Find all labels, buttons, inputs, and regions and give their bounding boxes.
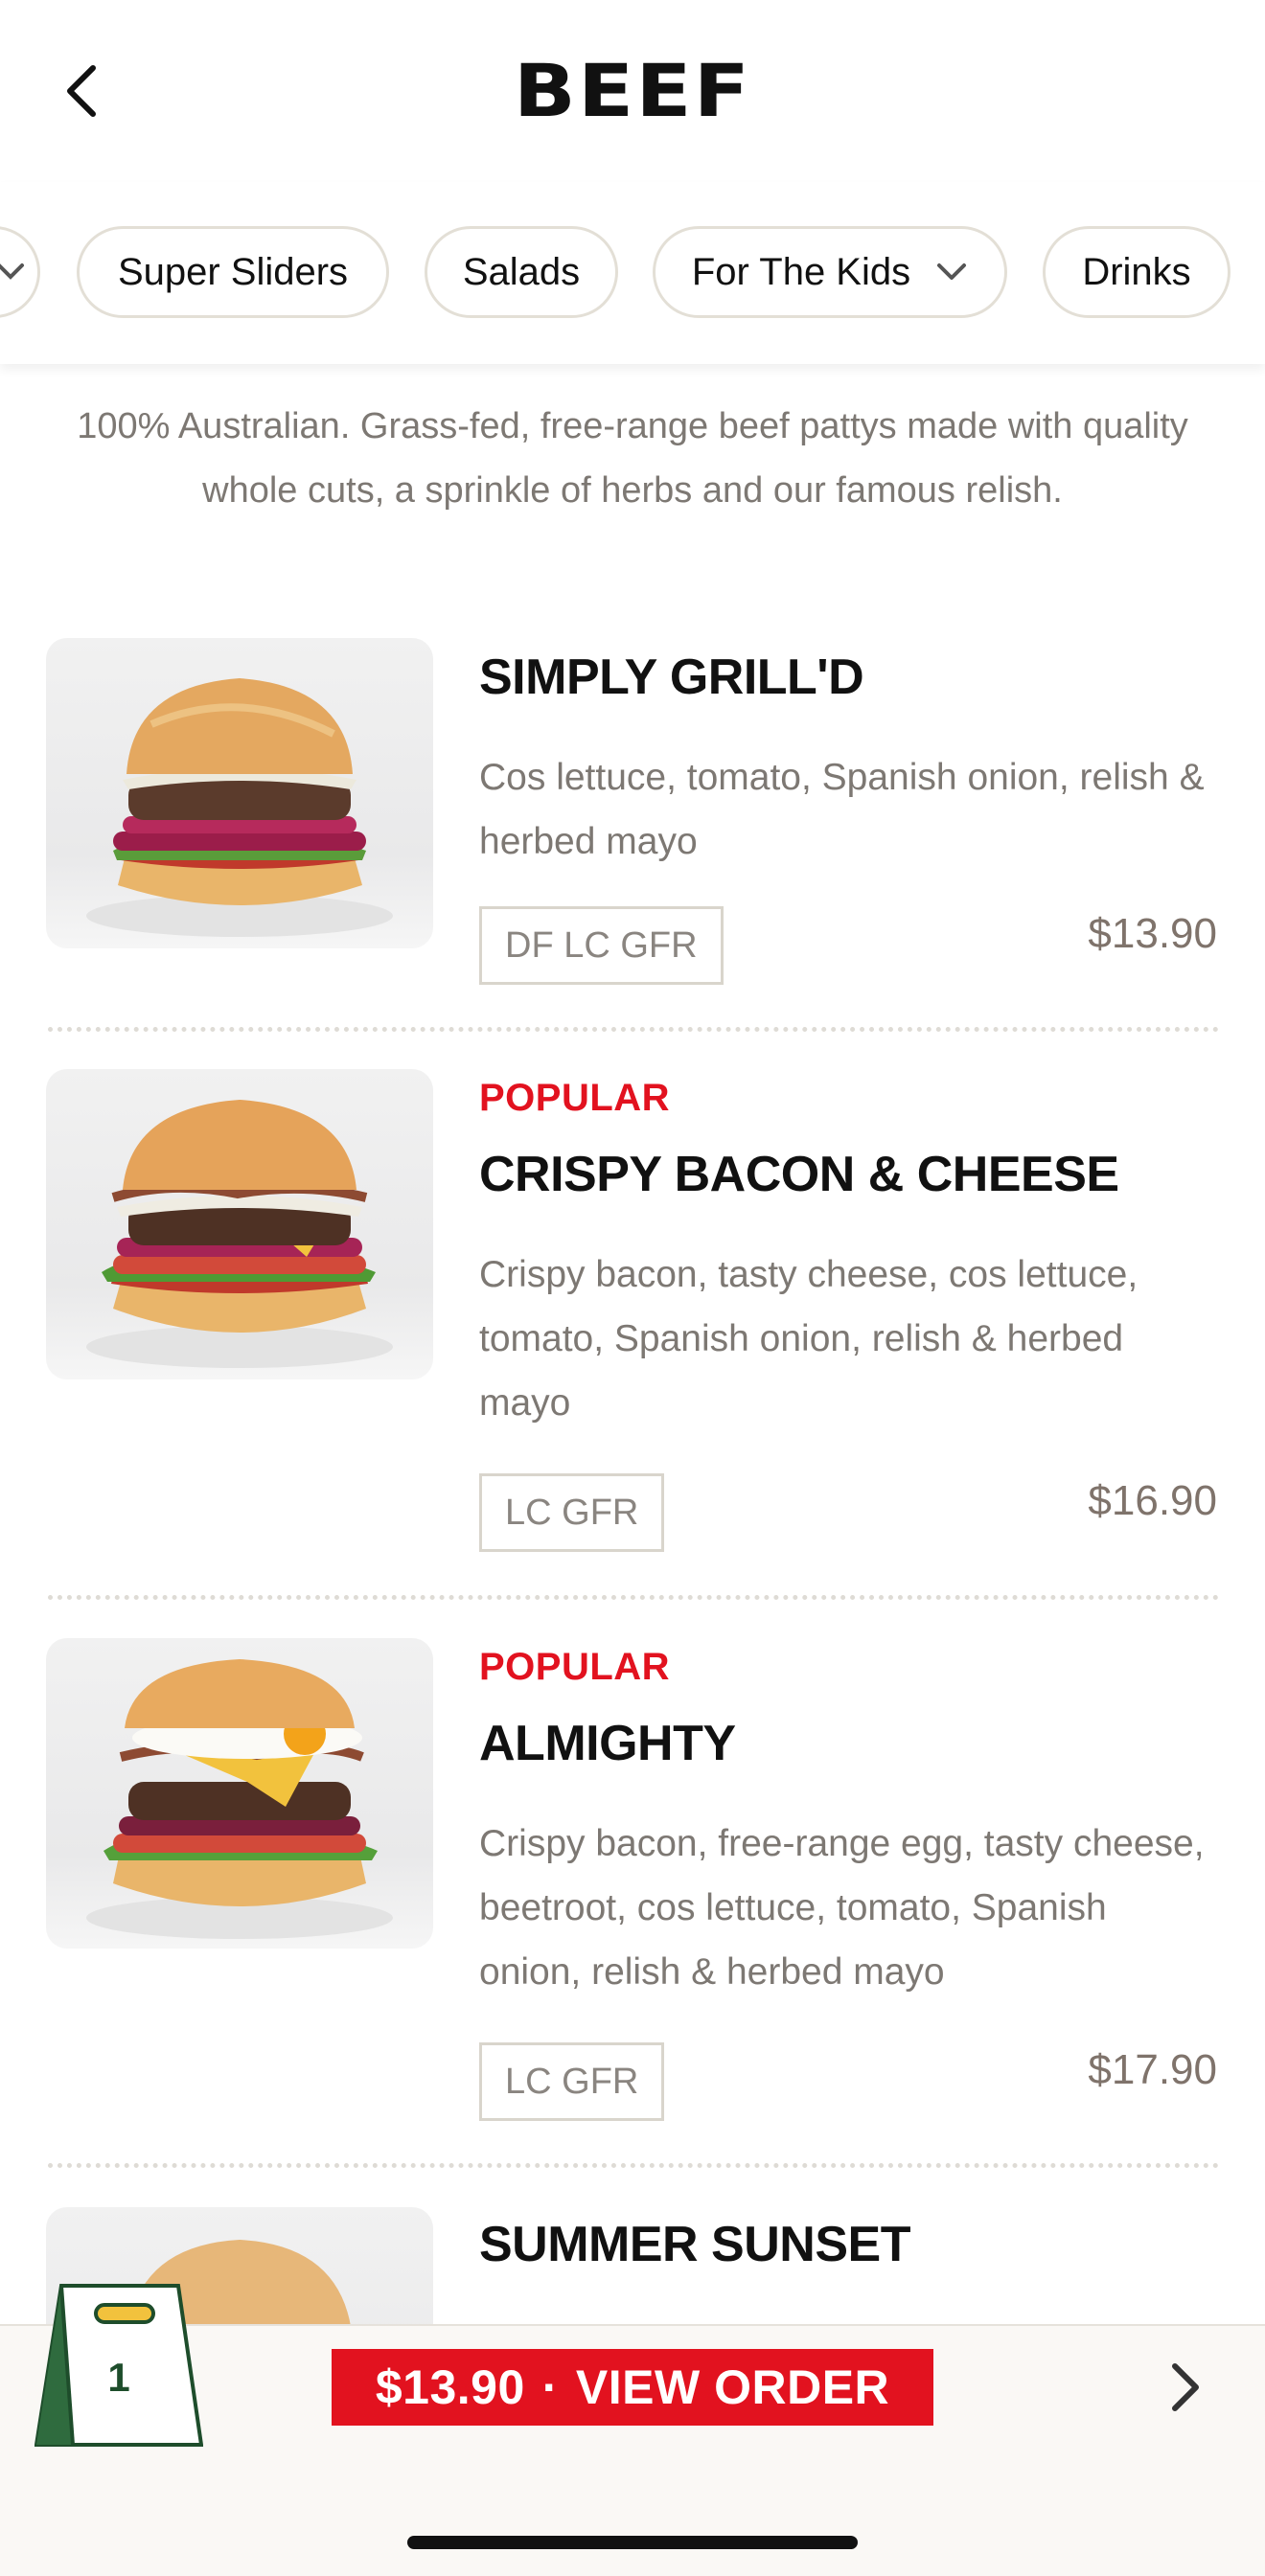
category-description: 100% Australian. Grass-fed, free-range b…	[77, 406, 1188, 511]
order-total: $13.90	[375, 2360, 525, 2414]
item-name: ALMIGHTY	[479, 1716, 736, 1771]
divider	[48, 2163, 1219, 2168]
category-chip-salads[interactable]: Salads	[425, 226, 618, 318]
category-chip-super-sliders[interactable]: Super Sliders	[77, 226, 389, 318]
view-order-label: VIEW ORDER	[575, 2360, 890, 2414]
dietary-tag: LC GFR	[479, 2042, 665, 2121]
category-tabs: Super Sliders Salads For The Kids Drinks	[0, 182, 1265, 364]
divider	[48, 1595, 1219, 1600]
category-chip-drinks[interactable]: Drinks	[1043, 226, 1230, 318]
chevron-down-icon	[0, 263, 24, 280]
burger-image	[46, 1638, 433, 1949]
divider	[48, 1027, 1219, 1032]
popular-badge: POPULAR	[479, 1077, 671, 1119]
bag-count: 1	[107, 2355, 130, 2400]
chevron-right-icon[interactable]	[1156, 2359, 1213, 2416]
page-title: BEEF	[513, 48, 752, 133]
category-chip-label: For The Kids	[691, 250, 911, 293]
chevron-down-icon	[937, 263, 967, 280]
item-price: $16.90	[1088, 1477, 1217, 1524]
category-chip-label: Drinks	[1082, 250, 1191, 293]
view-order-button[interactable]: $13.90 · VIEW ORDER	[332, 2349, 933, 2426]
category-chip-previous[interactable]	[0, 226, 40, 318]
category-chip-label: Salads	[462, 250, 581, 293]
item-description: Cos lettuce, tomato, Spanish onion, reli…	[479, 757, 1205, 862]
header: BEEF	[0, 0, 1265, 182]
item-price: $13.90	[1088, 910, 1217, 957]
home-indicator	[407, 2536, 858, 2549]
item-description: Crispy bacon, free-range egg, tasty chee…	[479, 1823, 1205, 1993]
dietary-tag: DF LC GFR	[479, 906, 724, 985]
category-chip-label: Super Sliders	[117, 250, 349, 293]
burger-image	[46, 1069, 433, 1379]
popular-badge: POPULAR	[479, 1646, 671, 1688]
item-price: $17.90	[1088, 2046, 1217, 2093]
item-description: Crispy bacon, tasty cheese, cos lettuce,…	[479, 1254, 1138, 1424]
burger-image	[46, 638, 433, 948]
item-name: SIMPLY GRILL'D	[479, 650, 864, 705]
item-name: SUMMER SUNSET	[479, 2217, 910, 2272]
dietary-tag: LC GFR	[479, 1473, 665, 1552]
item-name: CRISPY BACON & CHEESE	[479, 1147, 1119, 1202]
separator: ·	[541, 2360, 559, 2414]
category-chip-for-the-kids[interactable]: For The Kids	[653, 226, 1007, 318]
